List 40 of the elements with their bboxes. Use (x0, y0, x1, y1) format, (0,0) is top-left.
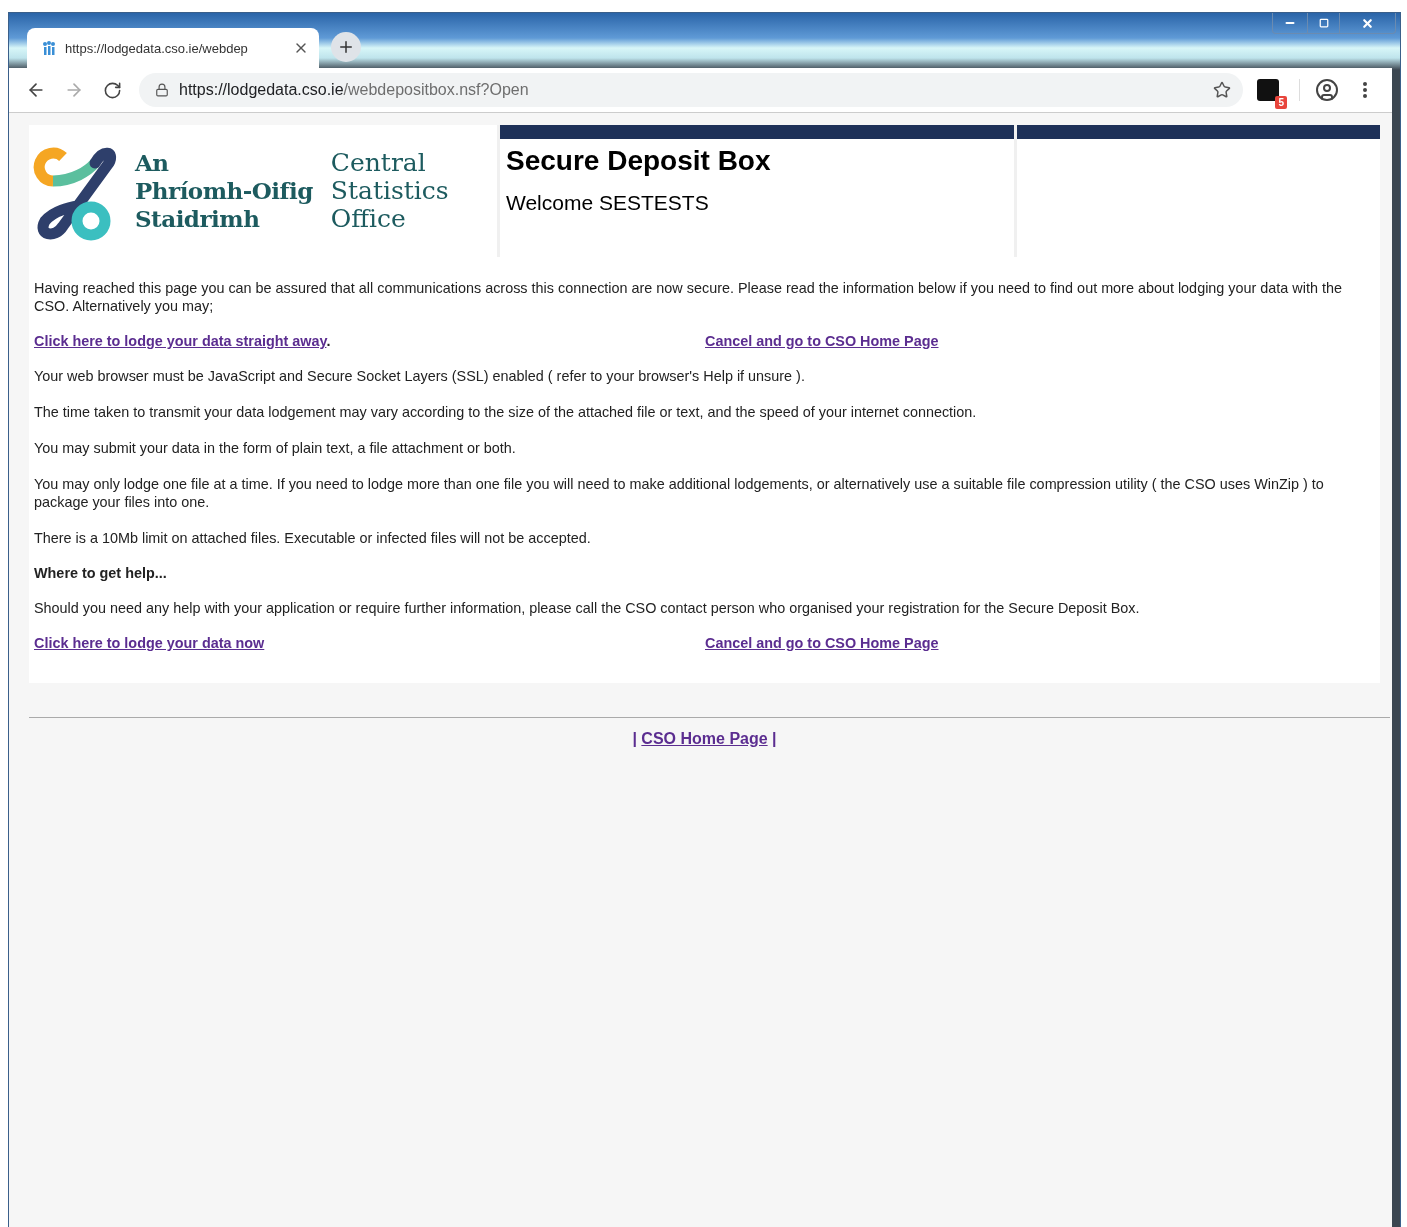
link[interactable]: Cancel and go to CSO Home Page (705, 333, 939, 349)
address-bar[interactable]: https://lodgedata.cso.ie/webdepositbox.nsf?Open (139, 73, 1243, 107)
bookmark-star-icon[interactable] (1213, 81, 1231, 99)
paragraph: There is a 10Mb limit on attached files. Executable or infected files will not be accepted. (34, 529, 592, 547)
paragraph: Having reached this page you can be assured that all communications across this connection are now secure. Please read the information below if you need to find out more about lodging your data with the CSO. Alternatively you may; (34, 279, 1343, 315)
url-text: https://lodgedata.cso.ie/webdepositbox.nsf?Open (179, 81, 530, 99)
site-icon (41, 40, 57, 56)
logo-text: Statistics (330, 177, 449, 205)
paragraph: You may submit your data in the form of plain text, a file attachment or both. (34, 439, 517, 457)
logo-text: Phríomh-Oifig (135, 177, 313, 205)
reload-icon (102, 80, 122, 100)
paragraph: Your web browser must be JavaScript and Secure Socket Layers (SSL) enabled ( refer to your browser's Help if unsure ). (34, 367, 806, 385)
logo-text: An (135, 149, 170, 177)
logo-text: Central (330, 149, 427, 177)
link[interactable]: Click here to lodge your data straight away (34, 333, 327, 349)
logo-text: Staidrimh (135, 205, 261, 233)
new-tab-button[interactable] (331, 32, 361, 62)
section-heading: Where to get help... (34, 565, 168, 581)
maximize-icon (1318, 18, 1329, 28)
page-title: Secure Deposit Box (506, 145, 772, 177)
browser-tab[interactable]: https://lodgedata.cso.ie/webdep (27, 28, 319, 68)
plus-icon (337, 38, 355, 56)
separator-text: | (632, 730, 637, 747)
link-suffix: . (326, 333, 331, 349)
tab-title: https://lodgedata.cso.ie/webdep (65, 40, 249, 56)
home-link[interactable]: CSO Home Page (641, 730, 768, 747)
link[interactable]: Click here to lodge your data now (34, 635, 265, 651)
profile-icon (1315, 78, 1339, 102)
link[interactable]: Cancel and go to CSO Home Page (705, 635, 939, 651)
paragraph: You may only lodge one file at a time. If you need to lodge more than one file you will need to make additional lodgements, or alternatively use a suitable file compression utility ( the CSO uses WinZip ) to package your files into one. (34, 475, 1325, 511)
paragraph: Should you need any help with your application or require further information, please call the CSO contact person who organised your registration for the Secure Deposit Box. (34, 599, 1141, 617)
menu-icon (1363, 82, 1367, 98)
separator-text: | (772, 730, 777, 747)
lock-icon (155, 83, 169, 97)
close-icon (1361, 16, 1374, 30)
extension-badge: 5 (1275, 96, 1287, 109)
paragraph: The time taken to transmit your data lodgement may vary according to the size of the attached file or text, and the speed of your internet connection. (34, 403, 978, 421)
logo-text: Office (330, 205, 407, 233)
extension-icon[interactable] (1257, 79, 1279, 101)
welcome-text: Welcome SESTESTS (506, 191, 710, 215)
